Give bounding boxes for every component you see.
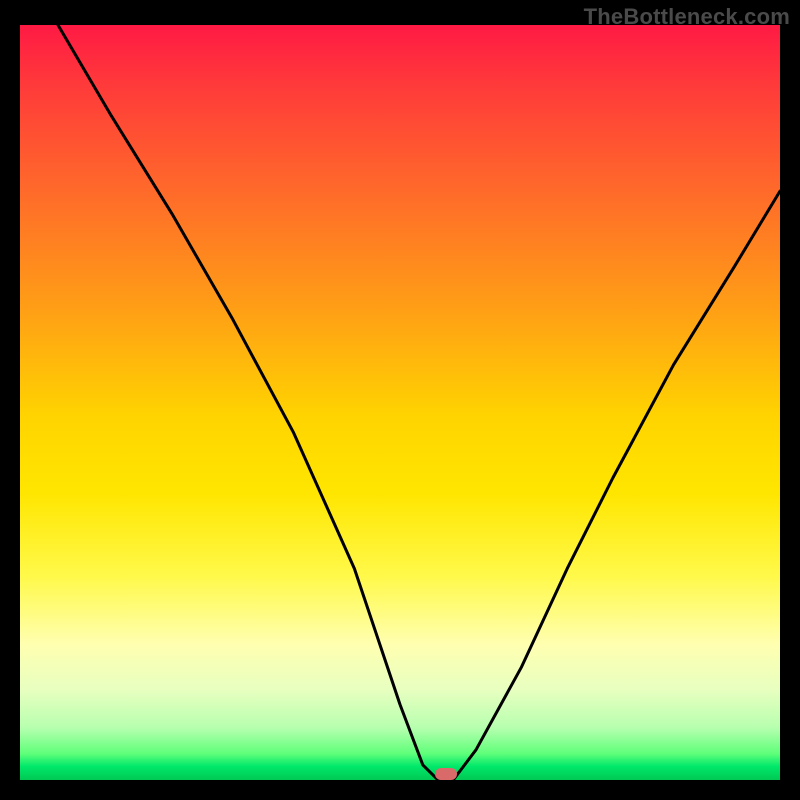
optimal-point-marker [435,768,457,780]
bottleneck-curve [20,25,780,780]
chart-frame: TheBottleneck.com [0,0,800,800]
watermark-text: TheBottleneck.com [584,4,790,30]
